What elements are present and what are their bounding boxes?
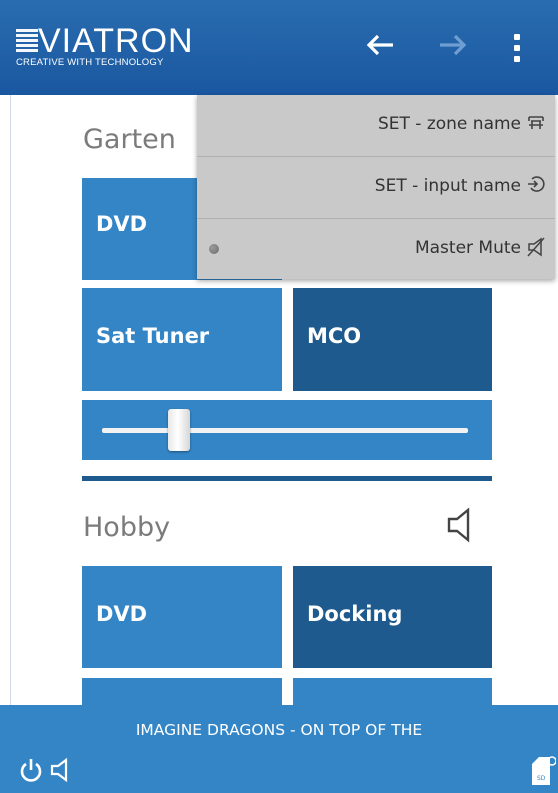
logo-mark-icon <box>16 29 38 53</box>
volume-slider-thumb[interactable] <box>167 409 190 451</box>
arrow-right-icon <box>440 34 467 56</box>
tile-dvd-hobby[interactable]: DVD <box>82 566 282 668</box>
speaker-icon <box>447 507 470 543</box>
now-playing-text: IMAGINE DRAGONS - ON TOP OF THE <box>135 721 423 739</box>
kebab-dot-icon <box>514 34 520 40</box>
tile-partial[interactable] <box>82 678 282 705</box>
svg-text:SD: SD <box>537 775 546 782</box>
zone-title-hobby: Hobby <box>83 512 171 543</box>
menu-item-set-zone-name[interactable]: SET - zone name <box>197 95 555 155</box>
content-left-border <box>10 95 11 705</box>
kebab-dot-icon <box>514 56 520 62</box>
now-playing-footer: IMAGINE DRAGONS - ON TOP OF THE SD <box>0 705 558 793</box>
sd-card-button[interactable]: SD <box>530 755 557 791</box>
menu-item-label: SET - input name <box>374 176 521 196</box>
tile-label: DVD <box>96 602 148 626</box>
tile-sat-tuner[interactable]: Sat Tuner <box>82 288 282 391</box>
tile-label: DVD <box>96 212 148 236</box>
zone-name-icon <box>527 112 545 134</box>
tile-label: Sat Tuner <box>96 324 210 348</box>
speaker-icon <box>50 757 68 783</box>
tile-label: Docking <box>307 602 403 626</box>
master-mute-radio[interactable] <box>209 244 219 254</box>
menu-item-label: SET - zone name <box>377 114 521 134</box>
logo-text: VIATRON <box>38 22 194 60</box>
power-button[interactable] <box>18 757 44 787</box>
zone-title-garten: Garten <box>83 124 176 155</box>
zone-speaker-button[interactable] <box>446 505 476 545</box>
tile-label: MCO <box>307 324 362 348</box>
back-button[interactable] <box>363 28 397 71</box>
kebab-dot-icon <box>514 45 520 51</box>
footer-mute-button[interactable] <box>50 757 72 787</box>
volume-slider-panel <box>82 400 492 460</box>
volume-slider-track[interactable] <box>102 428 468 433</box>
input-name-icon <box>527 174 545 196</box>
overflow-menu: SET - zone name SET - input name Master … <box>197 95 555 279</box>
viatron-logo: VIATRON CREATIVE WITH TECHNOLOGY <box>16 22 194 68</box>
arrow-left-icon <box>366 34 393 56</box>
menu-item-set-input-name[interactable]: SET - input name <box>197 157 555 217</box>
power-icon <box>20 759 42 782</box>
tile-partial[interactable] <box>293 678 492 705</box>
app-header: VIATRON CREATIVE WITH TECHNOLOGY <box>0 0 558 95</box>
sd-card-icon: SD <box>532 756 557 785</box>
tile-docking[interactable]: Docking <box>293 566 492 668</box>
mute-icon <box>527 236 545 258</box>
forward-button[interactable] <box>436 28 470 71</box>
menu-item-label: Master Mute <box>414 238 521 258</box>
overflow-menu-button[interactable] <box>514 34 522 64</box>
tile-mco[interactable]: MCO <box>293 288 492 391</box>
zone-divider <box>82 476 492 481</box>
menu-item-master-mute[interactable]: Master Mute <box>197 219 555 279</box>
